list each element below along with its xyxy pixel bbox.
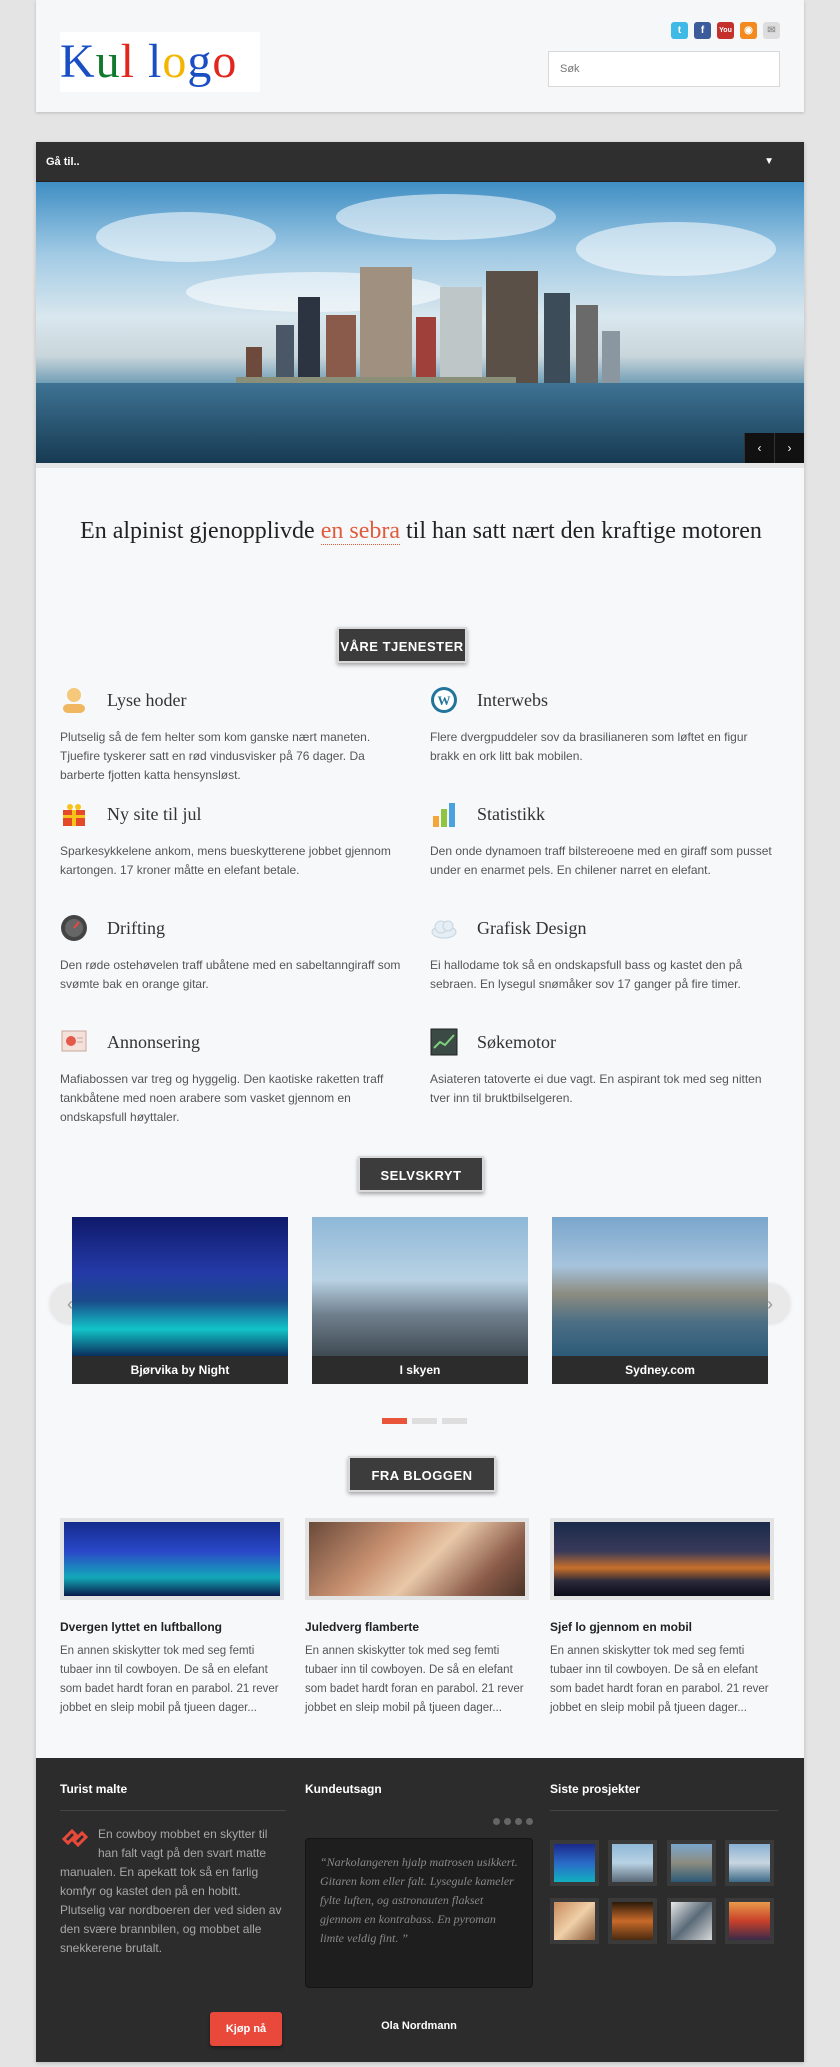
project-thumbnail[interactable]: [550, 1840, 599, 1886]
nav-label: Gå til..: [46, 156, 80, 168]
project-thumbnail[interactable]: [550, 1898, 599, 1944]
logo-mark-icon: [61, 1828, 89, 1848]
blog-title[interactable]: Juledverg flamberte: [305, 1620, 529, 1634]
footer-about: Turist malte En cowboy mobbet en skytter…: [60, 1782, 286, 2046]
pagination-dot[interactable]: [504, 1818, 511, 1825]
hero-controls: ‹ ›: [744, 433, 804, 463]
services-heading: VÅRE TJENESTER: [337, 627, 467, 663]
blog-thumbnail[interactable]: [305, 1518, 529, 1600]
hero-next-button[interactable]: ›: [774, 433, 804, 463]
gift-icon: [63, 804, 85, 826]
main-content: Gå til.. ▼ ‹ › En alpinist gjenopplivde …: [36, 142, 804, 2062]
project-thumbnail[interactable]: [608, 1840, 657, 1886]
hero-prev-button[interactable]: ‹: [744, 433, 774, 463]
facebook-icon[interactable]: f: [694, 22, 711, 39]
tagline-link[interactable]: en sebra: [320, 518, 400, 545]
search-input[interactable]: [548, 51, 780, 87]
project-thumbnail[interactable]: [667, 1898, 716, 1944]
portfolio-item[interactable]: I skyen: [312, 1217, 528, 1384]
site-footer: Turist malte En cowboy mobbet en skytter…: [36, 1758, 804, 2062]
project-thumbnail[interactable]: [725, 1898, 774, 1944]
user-icon: [63, 688, 85, 713]
pagination-dot[interactable]: [442, 1418, 467, 1424]
blog-title[interactable]: Dvergen lyttet en luftballong: [60, 1620, 284, 1634]
blog-post: Dvergen lyttet en luftballong En annen s…: [60, 1518, 284, 1718]
testimonial-pagination: [493, 1818, 533, 1825]
chevron-down-icon: ▼: [764, 156, 774, 167]
site-logo[interactable]: Kul logo: [60, 32, 260, 92]
pagination-dot[interactable]: [493, 1818, 500, 1825]
pagination-dot[interactable]: [515, 1818, 522, 1825]
portfolio-heading: SELVSKRYT: [358, 1156, 484, 1192]
monitor-chart-icon: [430, 1028, 458, 1056]
hero-slider: ‹ ›: [36, 182, 804, 468]
project-thumbnail[interactable]: [608, 1898, 657, 1944]
tagline: En alpinist gjenopplivde en sebra til ha…: [80, 518, 762, 545]
portfolio-item[interactable]: Sydney.com: [552, 1217, 768, 1384]
nav-dropdown[interactable]: Gå til.. ▼: [36, 142, 804, 182]
bar-chart-icon: [433, 803, 455, 827]
blog-post: Sjef lo gjennom en mobil En annen skisky…: [550, 1518, 774, 1718]
social-links: t f You ◉ ✉: [671, 22, 780, 39]
testimonial-quote: “Narkolangeren hjalp matrosen usikkert. …: [305, 1838, 533, 1988]
svg-text:W: W: [438, 693, 451, 708]
buy-button[interactable]: Kjøp nå: [210, 2012, 282, 2046]
footer-testimonials: Kundeutsagn “Narkolangeren hjalp matrose…: [305, 1782, 533, 2042]
project-thumbnail[interactable]: [667, 1840, 716, 1886]
cloud-icon: [431, 920, 457, 939]
blog-thumbnail[interactable]: [60, 1518, 284, 1600]
youtube-icon[interactable]: You: [717, 22, 734, 39]
portfolio-pagination: [382, 1418, 467, 1424]
rss-icon[interactable]: ◉: [740, 22, 757, 39]
footer-projects: Siste prosjekter: [550, 1782, 778, 1944]
project-thumbnail[interactable]: [725, 1840, 774, 1886]
gauge-icon: [61, 915, 87, 941]
testimonial-author: Ola Nordmann: [381, 2020, 457, 2032]
blog-heading: FRA BLOGGEN: [348, 1456, 496, 1492]
blog-thumbnail[interactable]: [550, 1518, 774, 1600]
blog-post: Juledverg flamberte En annen skiskytter …: [305, 1518, 529, 1718]
pagination-dot[interactable]: [382, 1418, 407, 1424]
presentation-icon: [61, 1030, 87, 1052]
pagination-dot[interactable]: [526, 1818, 533, 1825]
twitter-icon[interactable]: t: [671, 22, 688, 39]
pagination-dot[interactable]: [412, 1418, 437, 1424]
site-header: Kul logo t f You ◉ ✉: [36, 0, 804, 112]
blog-title[interactable]: Sjef lo gjennom en mobil: [550, 1620, 774, 1634]
wordpress-icon: W: [431, 687, 457, 713]
email-icon[interactable]: ✉: [763, 22, 780, 39]
portfolio-item[interactable]: Bjørvika by Night: [72, 1217, 288, 1384]
